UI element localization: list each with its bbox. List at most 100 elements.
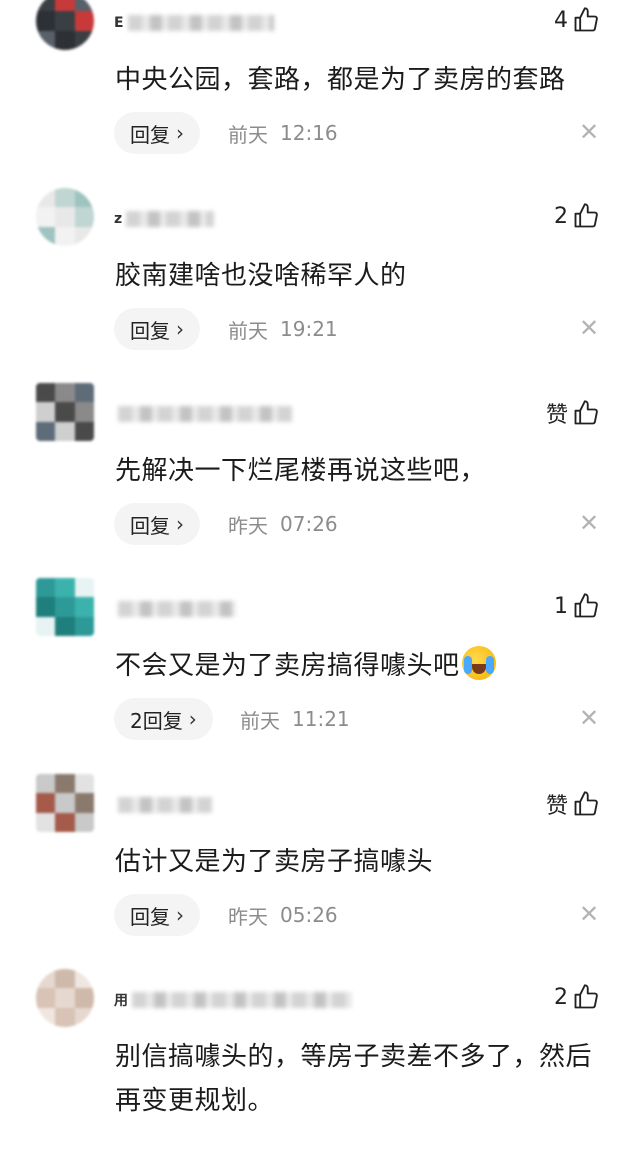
avatar-mosaic-tile bbox=[36, 11, 57, 32]
username[interactable] bbox=[114, 596, 236, 622]
avatar[interactable] bbox=[36, 774, 94, 832]
like-count: 2 bbox=[554, 203, 568, 229]
username-blur bbox=[132, 992, 352, 1008]
username[interactable]: z bbox=[114, 206, 214, 232]
avatar-mosaic-tile bbox=[36, 988, 57, 1009]
avatar-mosaic-tile bbox=[55, 188, 76, 209]
avatar-mosaic-tile bbox=[74, 402, 94, 423]
reply-button[interactable]: 回复 › bbox=[114, 503, 200, 545]
username-blur bbox=[118, 797, 212, 813]
comment-text: 不会又是为了卖房搞得噱头吧 bbox=[115, 644, 615, 688]
timestamp-day: 前天 bbox=[228, 318, 268, 343]
avatar-mosaic-tile bbox=[74, 383, 94, 404]
reply-button[interactable]: 回复 › bbox=[114, 308, 200, 350]
avatar-mosaic-tile bbox=[55, 11, 76, 32]
reply-label: 2回复 bbox=[130, 708, 183, 733]
avatar-mosaic-tile bbox=[55, 774, 76, 795]
comment-item: 用 2 别信搞噱头的，等房子卖差不多了，然后再变更规划。 bbox=[0, 969, 640, 1173]
avatar-mosaic-tile bbox=[36, 207, 57, 228]
timestamp: 昨天 05:26 bbox=[228, 894, 338, 936]
username-blur bbox=[127, 15, 274, 31]
comment-item: 赞 先解决一下烂尾楼再说这些吧， 回复 › 昨天 07:26 ✕ bbox=[0, 383, 640, 587]
timestamp: 昨天 07:26 bbox=[228, 503, 338, 545]
thumbs-up-icon bbox=[574, 7, 598, 32]
avatar-mosaic-tile bbox=[55, 402, 76, 423]
close-icon[interactable]: ✕ bbox=[578, 902, 600, 926]
avatar[interactable] bbox=[36, 383, 94, 441]
avatar-mosaic-tile bbox=[36, 402, 57, 423]
thumbs-up-icon bbox=[574, 984, 598, 1009]
chevron-right-icon: › bbox=[176, 512, 184, 536]
like-button[interactable]: 2 bbox=[554, 983, 600, 1011]
username[interactable] bbox=[114, 792, 212, 818]
chevron-right-icon: › bbox=[176, 317, 184, 341]
avatar-mosaic-tile bbox=[74, 774, 94, 795]
comment-text: 胶南建啥也没啥稀罕人的 bbox=[115, 261, 407, 291]
avatar-mosaic-tile bbox=[74, 597, 94, 618]
avatar[interactable] bbox=[36, 0, 94, 50]
close-icon[interactable]: ✕ bbox=[578, 120, 600, 144]
thumbs-up-icon bbox=[574, 203, 598, 228]
avatar-mosaic-tile bbox=[36, 812, 57, 832]
avatar[interactable] bbox=[36, 188, 94, 246]
avatar-mosaic-tile bbox=[36, 1007, 57, 1027]
like-button[interactable]: 2 bbox=[554, 202, 600, 230]
thumbs-up-icon bbox=[574, 593, 598, 618]
avatar-mosaic-tile bbox=[36, 793, 57, 814]
avatar-mosaic-tile bbox=[55, 30, 76, 50]
comment-text: 中央公园，套路，都是为了卖房的套路 bbox=[115, 65, 566, 95]
avatar-mosaic-tile bbox=[36, 188, 57, 209]
avatar-mosaic-tile bbox=[74, 11, 94, 32]
avatar-mosaic-tile bbox=[55, 812, 76, 832]
reply-label: 回复 bbox=[130, 513, 170, 538]
timestamp: 前天 11:21 bbox=[240, 698, 350, 740]
avatar-mosaic-tile bbox=[55, 383, 76, 404]
username[interactable] bbox=[114, 401, 292, 427]
timestamp: 前天 12:16 bbox=[228, 112, 338, 154]
reply-label: 回复 bbox=[130, 122, 170, 147]
avatar-mosaic-tile bbox=[36, 774, 57, 795]
like-count: 赞 bbox=[545, 403, 568, 428]
avatar-mosaic-tile bbox=[74, 578, 94, 599]
chevron-right-icon: › bbox=[176, 121, 184, 145]
comment-item: 1 不会又是为了卖房搞得噱头吧 2回复 › 前天 11:21 ✕ bbox=[0, 578, 640, 782]
like-button[interactable]: 赞 bbox=[546, 397, 600, 429]
reply-button[interactable]: 回复 › bbox=[114, 112, 200, 154]
timestamp-day: 前天 bbox=[240, 708, 280, 733]
comment-item: E 4 中央公园，套路，都是为了卖房的套路 回复 › 前天 12:16 ✕ bbox=[0, 0, 640, 196]
close-icon[interactable]: ✕ bbox=[578, 511, 600, 535]
avatar-mosaic-tile bbox=[74, 793, 94, 814]
avatar-mosaic-tile bbox=[55, 578, 76, 599]
avatar-mosaic-tile bbox=[55, 1007, 76, 1027]
like-button[interactable]: 4 bbox=[554, 6, 600, 34]
avatar-mosaic-tile bbox=[36, 421, 57, 441]
chevron-right-icon: › bbox=[188, 707, 197, 731]
avatar-mosaic-tile bbox=[74, 812, 94, 832]
avatar-mosaic-tile bbox=[36, 969, 57, 990]
reply-button[interactable]: 2回复 › bbox=[114, 698, 213, 740]
avatar[interactable] bbox=[36, 578, 94, 636]
like-count: 2 bbox=[554, 984, 568, 1010]
avatar-mosaic-tile bbox=[55, 226, 76, 246]
username[interactable]: E bbox=[114, 10, 274, 36]
avatar-mosaic-tile bbox=[36, 383, 57, 404]
comment-text: 先解决一下烂尾楼再说这些吧， bbox=[115, 456, 487, 486]
username-blur bbox=[126, 211, 214, 227]
timestamp: 前天 19:21 bbox=[228, 308, 338, 350]
username[interactable]: 用 bbox=[114, 987, 352, 1013]
close-icon[interactable]: ✕ bbox=[578, 316, 600, 340]
avatar[interactable] bbox=[36, 969, 94, 1027]
reply-label: 回复 bbox=[130, 904, 170, 929]
avatar-mosaic-tile bbox=[74, 421, 94, 441]
avatar-mosaic-tile bbox=[55, 421, 76, 441]
avatar-mosaic-tile bbox=[74, 30, 94, 50]
timestamp-time: 07:26 bbox=[280, 512, 338, 536]
timestamp-day: 昨天 bbox=[228, 904, 268, 929]
close-icon[interactable]: ✕ bbox=[578, 706, 600, 730]
reply-button[interactable]: 回复 › bbox=[114, 894, 200, 936]
like-button[interactable]: 1 bbox=[554, 592, 600, 620]
comment-text: 别信搞噱头的，等房子卖差不多了，然后再变更规划。 bbox=[115, 1042, 593, 1116]
like-button[interactable]: 赞 bbox=[546, 788, 600, 820]
avatar-mosaic-tile bbox=[55, 988, 76, 1009]
avatar-mosaic-tile bbox=[74, 616, 94, 636]
